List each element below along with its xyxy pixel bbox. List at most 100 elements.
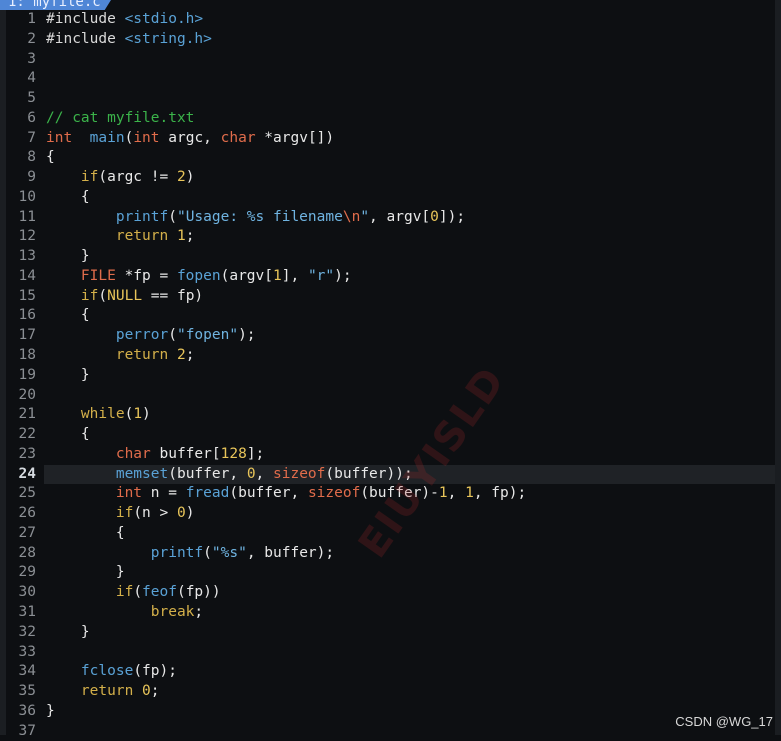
code-lines[interactable]: 1 #include <stdio.h> 2 #include <string.h> 3…: [0, 10, 781, 741]
code-line[interactable]: 9 if(argc != 2): [0, 168, 781, 188]
line-text[interactable]: break;: [46, 603, 203, 623]
code-line[interactable]: 7 int main(int argc, char *argv[]): [0, 129, 781, 149]
code-token: }: [46, 366, 90, 383]
code-token: #include: [46, 30, 125, 47]
line-number: 12: [18, 228, 36, 245]
line-text[interactable]: }: [46, 702, 55, 722]
line-number: 21: [18, 406, 36, 423]
line-text[interactable]: return 1;: [46, 227, 195, 247]
code-token: fclose: [80, 663, 134, 680]
line-text[interactable]: int main(int argc, char *argv[]): [46, 129, 334, 149]
buffer-tab[interactable]: 1: myfile.c: [0, 0, 115, 10]
code-token: FILE: [80, 267, 116, 284]
code-token: perror: [115, 327, 169, 344]
code-line[interactable]: 20: [0, 386, 781, 406]
line-number: 19: [18, 366, 36, 383]
line-text[interactable]: if(argc != 2): [46, 168, 195, 188]
code-line[interactable]: 17 perror("fopen");: [0, 326, 781, 346]
line-text[interactable]: int n = fread(buffer, sizeof(buffer)-1, …: [46, 484, 526, 504]
code-line[interactable]: 15 if(NULL == fp): [0, 287, 781, 307]
code-line[interactable]: 29 }: [0, 563, 781, 583]
code-token: 2: [168, 347, 186, 364]
code-line[interactable]: 5: [0, 89, 781, 109]
line-text[interactable]: return 0;: [46, 682, 160, 702]
line-text[interactable]: }: [46, 366, 90, 386]
code-token: ): [185, 505, 195, 522]
line-text[interactable]: memset(buffer, 0, sizeof(buffer));: [46, 465, 413, 485]
code-line[interactable]: 35 return 0;: [0, 682, 781, 702]
code-line[interactable]: 8{: [0, 148, 781, 168]
line-text[interactable]: }: [46, 623, 90, 643]
line-number: 2: [27, 30, 36, 47]
code-line[interactable]: 10 {: [0, 188, 781, 208]
code-line[interactable]: 14 FILE *fp = fopen(argv[1], "r");: [0, 267, 781, 287]
code-token: int: [133, 129, 160, 146]
line-text[interactable]: if(n > 0): [46, 504, 195, 524]
code-token: printf: [115, 208, 169, 225]
line-text[interactable]: fclose(fp);: [46, 662, 177, 682]
code-line[interactable]: 33: [0, 643, 781, 663]
line-text[interactable]: printf("Usage: %s filename\n", argv[0]);: [46, 208, 465, 228]
code-line[interactable]: 1 #include <stdio.h>: [0, 10, 781, 30]
code-token: , buffer);: [246, 544, 335, 561]
code-line[interactable]: 11 printf("Usage: %s filename\n", argv[0…: [0, 208, 781, 228]
code-line[interactable]: 19 }: [0, 366, 781, 386]
code-token: (: [133, 584, 143, 601]
line-text[interactable]: if(feof(fp)): [46, 583, 221, 603]
line-text[interactable]: {: [46, 425, 90, 445]
line-text[interactable]: printf("%s", buffer);: [46, 544, 334, 564]
line-number: 31: [18, 603, 36, 620]
code-line[interactable]: 31 break;: [0, 603, 781, 623]
code-line[interactable]: 37: [0, 722, 781, 741]
line-number: 22: [18, 426, 36, 443]
line-text[interactable]: while(1): [46, 405, 151, 425]
code-line[interactable]: 3: [0, 50, 781, 70]
code-token: 0: [430, 208, 439, 225]
line-number: 16: [18, 307, 36, 324]
code-token: 0: [176, 505, 186, 522]
line-text[interactable]: // cat myfile.txt: [46, 109, 194, 129]
line-text[interactable]: {: [46, 306, 90, 326]
code-line[interactable]: 18 return 2;: [0, 346, 781, 366]
line-text[interactable]: FILE *fp = fopen(argv[1], "r");: [46, 267, 352, 287]
line-number: 14: [18, 267, 36, 284]
code-line[interactable]: 34 fclose(fp);: [0, 662, 781, 682]
code-line[interactable]: 16 {: [0, 306, 781, 326]
code-line[interactable]: 12 return 1;: [0, 227, 781, 247]
code-line[interactable]: 32 }: [0, 623, 781, 643]
code-token: break: [150, 603, 195, 620]
code-line[interactable]: 23 char buffer[128];: [0, 445, 781, 465]
line-text[interactable]: if(NULL == fp): [46, 287, 203, 307]
line-number: 35: [18, 683, 36, 700]
code-line[interactable]: 21 while(1): [0, 405, 781, 425]
line-text[interactable]: }: [46, 563, 125, 583]
code-token: ): [185, 169, 195, 186]
line-text[interactable]: perror("fopen");: [46, 326, 256, 346]
code-editor[interactable]: 1: myfile.c 1 #include <stdio.h> 2 #include…: [0, 0, 781, 739]
code-token: (: [168, 208, 177, 225]
code-token: , argv[: [369, 208, 431, 225]
code-token: 128: [220, 445, 247, 462]
code-line[interactable]: 13 }: [0, 247, 781, 267]
code-line[interactable]: 2 #include <string.h>: [0, 30, 781, 50]
line-text[interactable]: char buffer[128];: [46, 445, 264, 465]
code-line[interactable]: 6 // cat myfile.txt: [0, 109, 781, 129]
code-token: ;: [185, 228, 195, 245]
code-line[interactable]: 30 if(feof(fp)): [0, 583, 781, 603]
code-line[interactable]: 36}: [0, 702, 781, 722]
code-line[interactable]: 22 {: [0, 425, 781, 445]
line-text[interactable]: {: [46, 188, 90, 208]
line-text[interactable]: #include <stdio.h>: [46, 10, 203, 30]
code-line[interactable]: 4: [0, 69, 781, 89]
line-text[interactable]: return 2;: [46, 346, 195, 366]
line-text[interactable]: }: [46, 247, 90, 267]
line-text[interactable]: {: [46, 148, 55, 168]
line-text[interactable]: #include <string.h>: [46, 30, 212, 50]
line-text[interactable]: {: [46, 524, 125, 544]
line-number: 18: [18, 347, 36, 364]
